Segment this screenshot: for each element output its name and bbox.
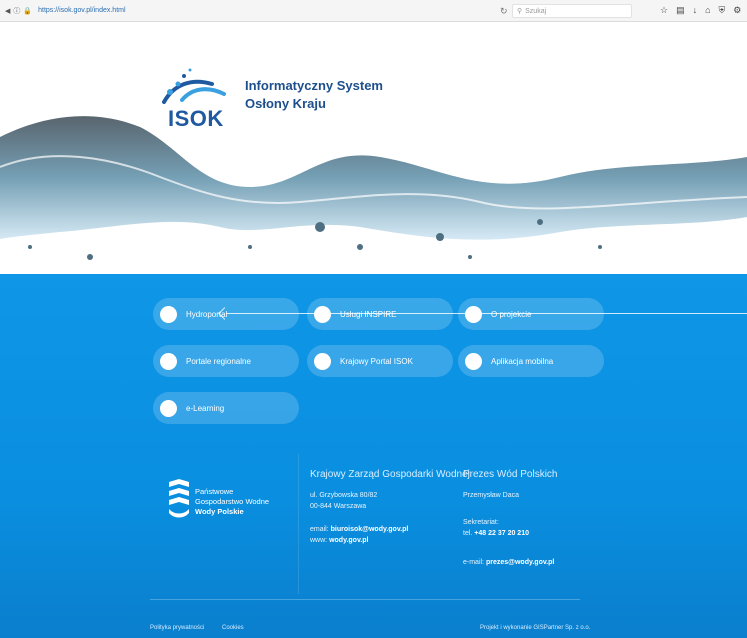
- logo-waves-icon: [162, 68, 226, 104]
- decorative-line: [226, 313, 747, 314]
- about-project-button[interactable]: O projekcie: [458, 298, 604, 330]
- shield-icon[interactable]: ⛨: [719, 5, 726, 16]
- elearning-button[interactable]: e-Learning: [153, 392, 299, 424]
- national-portal-button[interactable]: Krajowy Portal ISOK: [307, 345, 453, 377]
- regional-portals-button[interactable]: Portale regionalne: [153, 345, 299, 377]
- inspire-services-button[interactable]: Usługi INSPIRE: [307, 298, 453, 330]
- clipboard-icon[interactable]: ▤: [676, 5, 685, 16]
- pgw-line1: Państwowe: [195, 487, 234, 496]
- kzgw-www-label: www:: [310, 537, 328, 544]
- circle-icon: [314, 352, 331, 370]
- prezes-email-link[interactable]: prezes@wody.gov.pl: [486, 559, 554, 566]
- extension-icon[interactable]: ⚙: [733, 5, 741, 16]
- circle-icon: [465, 305, 482, 323]
- back-arrow-icon[interactable]: ◀: [5, 7, 10, 15]
- kzgw-email-label: email:: [310, 526, 329, 533]
- kzgw-contact: Krajowy Zarząd Gospodarki Wodnej ul. Grz…: [310, 469, 470, 546]
- wody-polskie-name: Państwowe Gospodarstwo Wodne Wody Polski…: [195, 487, 269, 517]
- pgw-line3: Wody Polskie: [195, 507, 244, 516]
- circle-icon: [160, 305, 177, 323]
- prezes-contact: Prezes Wód Polskich Przemysław Daca Sekr…: [463, 469, 557, 568]
- site-title-line1: Informatyczny System: [245, 78, 383, 93]
- circle-icon: [314, 305, 331, 323]
- search-box[interactable]: ⚲ Szukaj: [512, 4, 632, 18]
- wody-polskie-logo-icon: [169, 479, 189, 518]
- footer-divider: [298, 454, 299, 594]
- kzgw-address1: ul. Grzybowska 80/82: [310, 492, 378, 499]
- water-splash-image: [0, 116, 747, 260]
- mobile-app-button[interactable]: Aplikacja mobilna: [458, 345, 604, 377]
- hero-banner: ISOK Informatyczny System Osłony Kraju: [0, 22, 747, 274]
- home-icon[interactable]: ⌂: [705, 5, 710, 16]
- sekretariat-label: Sekretariat:: [463, 519, 499, 526]
- circle-icon: [465, 352, 482, 370]
- about-project-label: O projekcie: [491, 309, 532, 319]
- lock-icon: 🔒: [23, 7, 33, 15]
- download-icon[interactable]: ↓: [693, 5, 698, 16]
- inspire-services-label: Usługi INSPIRE: [340, 309, 397, 319]
- kzgw-www-link[interactable]: wody.gov.pl: [329, 537, 368, 544]
- reload-icon[interactable]: ↻: [500, 6, 508, 17]
- search-placeholder: Szukaj: [525, 7, 547, 15]
- kzgw-address2: 00-844 Warszawa: [310, 503, 367, 510]
- prezes-name: Przemysław Daca: [463, 492, 520, 499]
- national-portal-label: Krajowy Portal ISOK: [340, 356, 413, 366]
- tel-number[interactable]: +48 22 37 20 210: [474, 530, 529, 537]
- search-icon: ⚲: [517, 8, 523, 15]
- pgw-line2: Gospodarstwo Wodne: [195, 497, 270, 506]
- circle-icon: [160, 399, 177, 417]
- info-icon[interactable]: ⓘ: [13, 6, 20, 16]
- address-bar[interactable]: https://isok.gov.pl/index.html: [38, 7, 125, 14]
- circle-icon: [160, 352, 177, 370]
- kzgw-heading: Krajowy Zarząd Gospodarki Wodnej: [310, 469, 470, 480]
- prezes-email-label: e-mail:: [463, 559, 485, 566]
- mobile-app-label: Aplikacja mobilna: [491, 356, 554, 366]
- bottom-divider: [150, 599, 580, 600]
- star-icon[interactable]: ☆: [660, 5, 668, 16]
- browser-toolbar: ◀ ⓘ 🔒 https://isok.gov.pl/index.html ↻ ⚲…: [0, 0, 747, 22]
- elearning-label: e-Learning: [186, 403, 225, 413]
- kzgw-email-row: email: biuroisok@wody.gov.pl: [310, 524, 470, 535]
- prezes-email-row: e-mail: prezes@wody.gov.pl: [463, 557, 557, 568]
- main-section: Hydroportal Usługi INSPIRE O projekcie P…: [0, 274, 747, 638]
- kzgw-www-row: www: wody.gov.pl: [310, 535, 470, 546]
- credits-text[interactable]: Projekt i wykonanie GISPartner Sp. z o.o…: [480, 625, 590, 631]
- kzgw-email-link[interactable]: biuroisok@wody.gov.pl: [331, 526, 409, 533]
- cookies-link[interactable]: Cookies: [222, 625, 244, 631]
- regional-portals-label: Portale regionalne: [186, 356, 251, 366]
- prezes-heading: Prezes Wód Polskich: [463, 469, 558, 480]
- privacy-policy-link[interactable]: Polityka prywatności: [150, 625, 204, 631]
- prezes-tel-row: tel. +48 22 37 20 210: [463, 528, 557, 539]
- tel-label: tel.: [463, 530, 473, 537]
